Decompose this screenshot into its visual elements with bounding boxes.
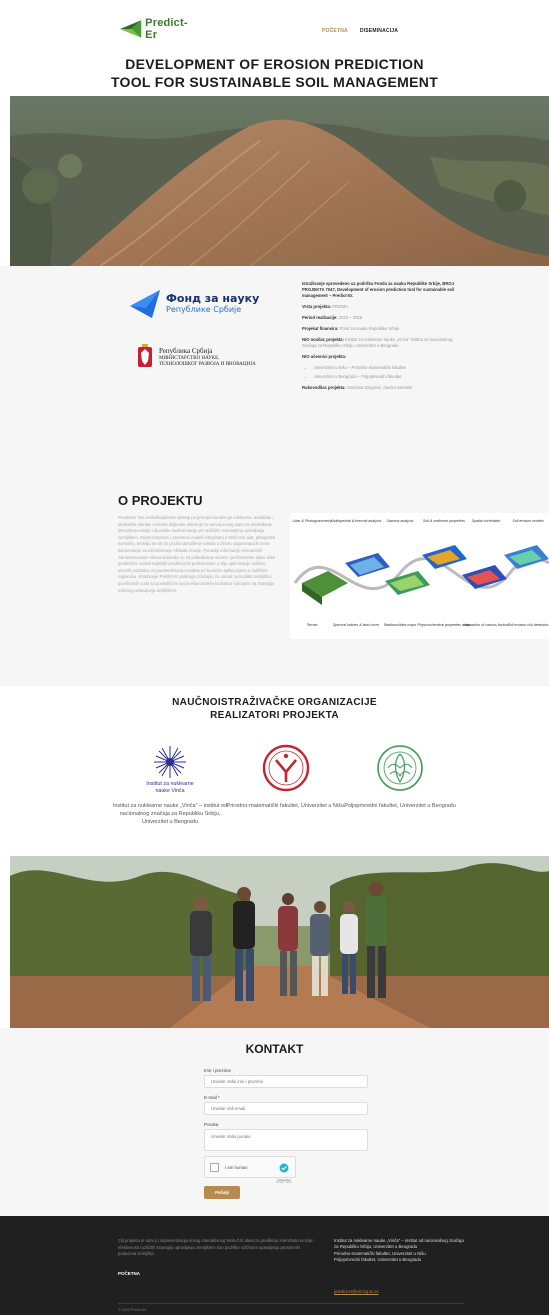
diagram-label-top: Lidar & Photogrammetry [293,519,332,523]
project-info: Istraživanje sprovedeno uz podršku Fonda… [302,281,462,396]
contact-section: KONTAKT Ime i prezime E-mail * Poruka I … [0,1028,549,1216]
diagram-label-top: Soil & sediment properties [423,519,465,523]
participants-label: NIO učesnici projekta: [302,354,347,359]
about-section: O PROJEKTU Predict-Er ima multidisciplin… [0,461,549,686]
fond-za-nauku-logo: Фонд за науку Републике Србије [128,284,268,322]
message-label: Poruka [204,1122,219,1127]
diagram-label-bottom: Spectral indices & land cover [333,623,380,627]
hero-title: DEVELOPMENT OF EROSION PREDICTION TOOL F… [0,55,549,91]
org-pmf-nis: Prirodno-matematički fakultet, Univerzit… [226,740,346,810]
org-name: Poljoprivredni fakultet, Univerzitet u B… [344,803,456,809]
submit-button[interactable]: Pošalji [204,1186,240,1199]
serbia-coat-of-arms-icon [138,344,152,367]
agriculture-faculty-logo [377,745,423,791]
site-header: Predict-Er POČETNA DISEMINACIJA [0,0,549,50]
project-leader: Rukovodilac projekta: Snežana Dragović, … [302,385,413,390]
footer-link-pocetna[interactable]: POČETNA [118,1271,140,1276]
participant-item: Univerzitet u Nišu – Prirodno-matematičk… [314,365,462,371]
hero-erosion-image [10,96,549,266]
diagram-label-top: Gamma analysis [387,519,414,523]
field-team-photo [10,856,549,1028]
pmf-nis-logo [262,744,310,792]
footer-divider [118,1303,464,1304]
diagram-label-bottom: Interaction of various factors [463,623,508,627]
copyright: © 2024 Predict-Er [118,1308,147,1312]
fond-subname: Републике Србије [166,304,242,314]
diagram-label-bottom: Radionuclides maps [384,623,417,627]
hero-title-line2: TOOL FOR SUSTAINABLE SOIL MANAGEMENT [110,74,439,90]
fond-name: Фонд за науку [166,291,260,305]
ministry-name-2: ТЕХНОЛОШКОГ РАЗВОЈА И ИНОВАЦИЈА [159,361,256,367]
diagram-label-top: Multispectral & thermal analysis [331,519,382,523]
predict-er-logo-icon [119,20,142,38]
project-type: Vrsta projekta: PRIZMA [302,304,349,309]
nav-item-pocetna[interactable]: POČETNA [322,28,348,34]
name-input[interactable] [204,1075,368,1088]
project-period: Period realizacije: 2023 – 2026 [302,315,363,320]
logo-text: Predict-Er [145,17,188,41]
fond-triangle-icon [130,290,160,318]
project-intro: Istraživanje sprovedeno uz podršku Fonda… [302,281,455,298]
about-text: Predict-Er ima multidisciplinarni pristu… [118,515,276,593]
project-holder: NIO nosilac projekta: Institut za nuklea… [302,337,453,348]
name-label: Ime i prezime [204,1068,232,1073]
org-agriculture-faculty: Poljoprivredni fakultet, Univerzitet u B… [340,740,460,810]
hcaptcha-logo: hCaptcha Privacy · Terms [275,1160,293,1184]
diagram-label-bottom: Terrain [306,623,317,627]
hcaptcha-widget: I am human hCaptcha Privacy · Terms [204,1156,296,1184]
vinca-institute-logo: Institut za nuklearne nauke Vinča [146,746,194,794]
email-label: E-mail * [204,1095,220,1100]
participants-list: Univerzitet u Nišu – Prirodno-matematičk… [302,365,462,380]
diagram-label-bottom: Soil erosion risk detection [508,623,549,627]
diagram-label-top: Spatial correlation [472,519,501,523]
about-title: O PROJEKTU [118,493,203,508]
ministry-country: Република Србија [159,346,213,355]
footer-org: Poljoprivredni fakultet, Univerzitet u B… [334,1257,422,1263]
diagram-label-top: Soil erosion models [512,519,544,523]
vinca-logo-text-1: Institut za nuklearne [146,781,193,787]
participant-item: Univerzitet u Beogradu – Poljoprivredni … [314,374,462,380]
site-footer: Cilj projekta je razvoj i implementacija… [0,1216,549,1315]
funding-section: Фонд за науку Републике Србије Република… [0,266,549,461]
footer-description: Cilj projekta je razvoj i implementacija… [118,1238,315,1256]
organizations-section: NAUČNOISTRAŽIVAČKE ORGANIZACIJE REALIZAT… [0,686,549,856]
footer-organizations: Institut za nuklearne nauke „Vinča" – in… [334,1238,464,1264]
main-nav: POČETNA DISEMINACIJA [322,28,398,34]
org-vinca: Institut za nuklearne nauke Vinča Instit… [110,740,230,826]
email-input[interactable] [204,1102,368,1115]
footer-org: Institut za nuklearne nauke „Vinča" – in… [334,1238,464,1250]
contact-title: KONTAKT [245,1042,304,1056]
hcaptcha-icon [279,1163,289,1173]
hero-title-line1: DEVELOPMENT OF EROSION PREDICTION [125,56,424,72]
site-logo[interactable]: Predict-Er [118,17,198,41]
message-textarea[interactable] [204,1129,368,1151]
vinca-logo-text-2: nauke Vinča [155,788,184,794]
org-name: Institut za nuklearne nauke „Vinča" – in… [112,803,228,825]
captcha-checkbox[interactable] [210,1163,219,1172]
nav-item-diseminacija[interactable]: DISEMINACIJA [360,28,398,34]
captcha-label: I am human [225,1165,248,1170]
footer-email-link[interactable]: predict-er@vin.bg.ac.rs [334,1289,378,1294]
org-name: Prirodno-matematički fakultet, Univerzit… [226,803,346,809]
organizations-title: NAUČNOISTRAŽIVAČKE ORGANIZACIJE REALIZAT… [172,697,377,721]
methodology-diagram: Lidar & Photogrammetry Multispectral & t… [290,513,549,639]
ministry-logo: Република Србија МИНИСТАРСТВО НАУКЕ, ТЕХ… [136,339,286,375]
project-funder: Projekat finansira: Fond za nauku Republ… [302,326,400,331]
